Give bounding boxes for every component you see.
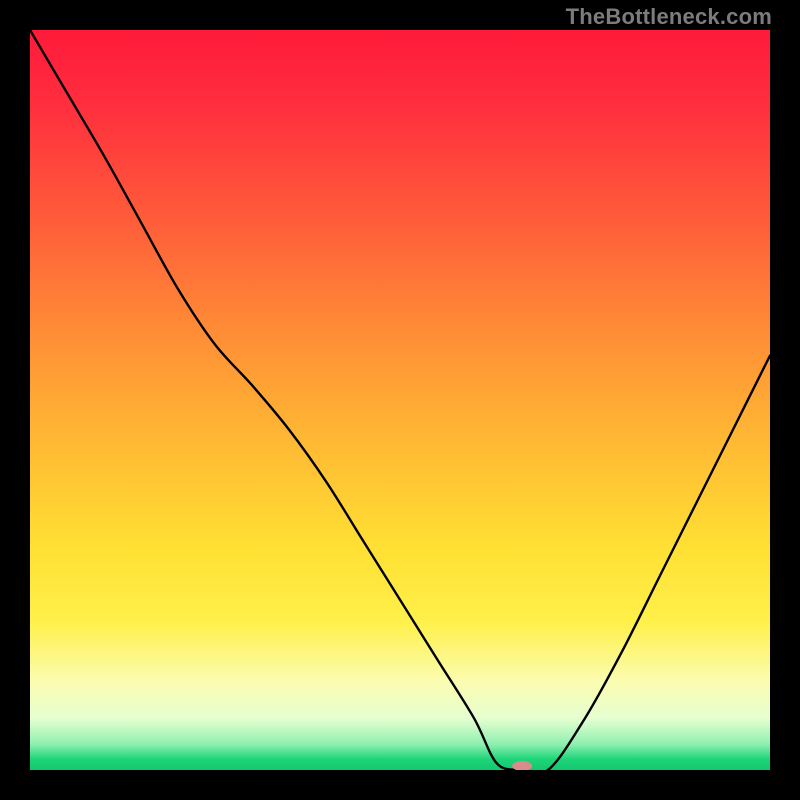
gradient-background: [30, 30, 770, 770]
chart-frame: TheBottleneck.com: [0, 0, 800, 800]
bottleneck-chart: [30, 30, 770, 770]
watermark-text: TheBottleneck.com: [566, 4, 772, 30]
